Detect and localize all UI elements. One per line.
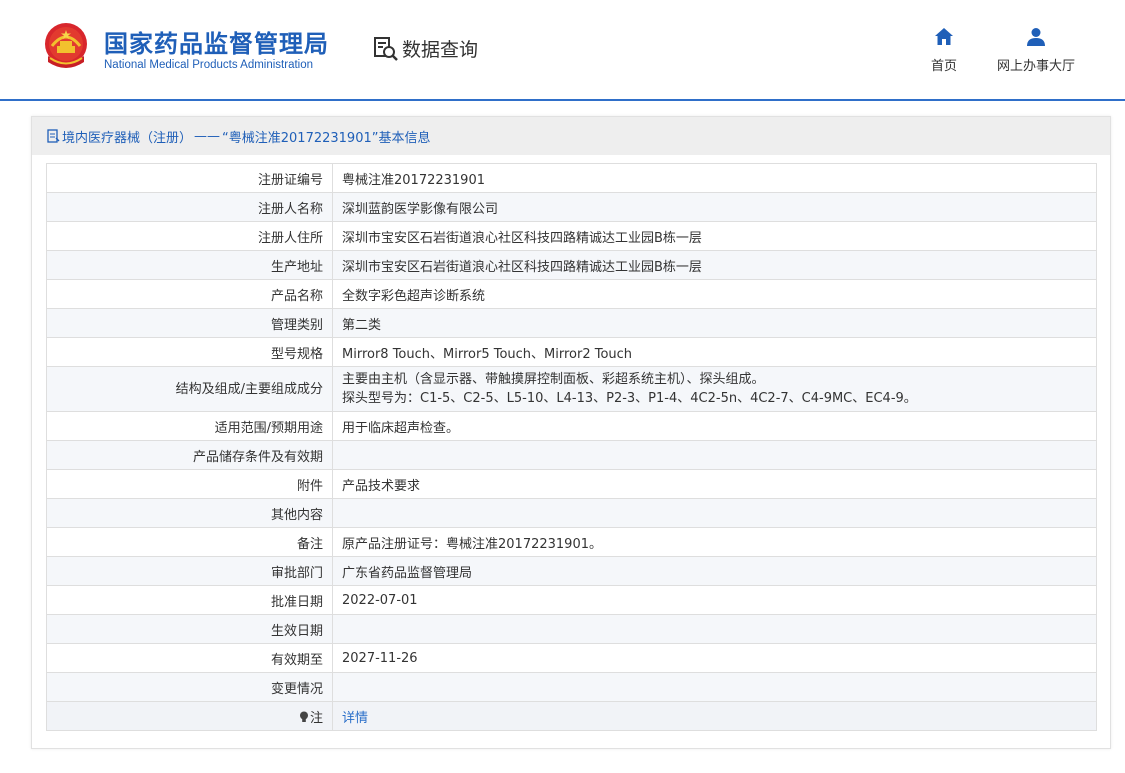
field-value: 深圳蓝韵医学影像有限公司 [332, 192, 1097, 222]
header-divider [0, 99, 1125, 101]
field-value: Mirror8 Touch、Mirror5 Touch、Mirror2 Touc… [332, 337, 1097, 367]
field-value [332, 614, 1097, 644]
field-value [332, 672, 1097, 702]
table-row: 型号规格 Mirror8 Touch、Mirror5 Touch、Mirror2… [46, 337, 1097, 367]
field-value: 全数字彩色超声诊断系统 [332, 279, 1097, 309]
field-label: 产品名称 [46, 279, 333, 309]
breadcrumb-title: “粤械注准20172231901”基本信息 [222, 130, 431, 146]
field-label: 结构及组成/主要组成成分 [46, 366, 333, 412]
table-row: 注册人住所 深圳市宝安区石岩街道浪心社区科技四路精诚达工业园B栋一层 [46, 221, 1097, 251]
table-row: 生产地址 深圳市宝安区石岩街道浪心社区科技四路精诚达工业园B栋一层 [46, 250, 1097, 280]
field-value-line: 探头型号为：C1-5、C2-5、L5-10、L4-13、P2-3、P1-4、4C… [342, 391, 917, 406]
table-row: 注册证编号 粤械注准20172231901 [46, 163, 1097, 193]
field-label: 附件 [46, 469, 333, 499]
breadcrumb: 境内医疗器械（注册） —— “粤械注准20172231901”基本信息 [32, 117, 1110, 155]
field-label: 注 [309, 710, 323, 726]
search-document-icon [374, 37, 398, 61]
field-value: 2022-07-01 [332, 585, 1097, 615]
national-emblem-logo [45, 23, 87, 68]
field-label: 适用范围/预期用途 [46, 411, 333, 441]
field-value: 深圳市宝安区石岩街道浪心社区科技四路精诚达工业园B栋一层 [332, 221, 1097, 251]
field-value: 产品技术要求 [332, 469, 1097, 499]
table-row: 其他内容 [46, 498, 1097, 528]
table-row: 适用范围/预期用途 用于临床超声检查。 [46, 411, 1097, 441]
breadcrumb-category-link[interactable]: 境内医疗器械（注册） [62, 127, 192, 146]
table-row: 管理类别 第二类 [46, 308, 1097, 338]
record-table: 注册证编号 粤械注准20172231901 注册人名称 深圳蓝韵医学影像有限公司… [46, 163, 1097, 731]
data-query-label: 数据查询 [402, 38, 479, 61]
field-value: 原产品注册证号：粤械注准20172231901。 [332, 527, 1097, 557]
home-icon [935, 28, 953, 45]
field-value: 第二类 [332, 308, 1097, 338]
field-label: 生产地址 [46, 250, 333, 280]
details-link[interactable]: 详情 [342, 711, 368, 726]
site-header: 国家药品监督管理局 National Medical Products Admi… [0, 0, 1125, 100]
field-label: 产品储存条件及有效期 [46, 440, 333, 470]
document-icon [47, 129, 60, 143]
table-row: 有效期至 2027-11-26 [46, 643, 1097, 673]
field-label: 型号规格 [46, 337, 333, 367]
org-name-cn: 国家药品监督管理局 [104, 30, 329, 58]
field-value: 广东省药品监督管理局 [332, 556, 1097, 586]
breadcrumb-separator: —— [194, 128, 221, 144]
nav-online-service-hall-label: 网上办事大厅 [996, 59, 1075, 74]
table-row: 产品名称 全数字彩色超声诊断系统 [46, 279, 1097, 309]
field-label: 注册人名称 [46, 192, 333, 222]
table-row: 批准日期 2022-07-01 [46, 585, 1097, 615]
field-label: 注册人住所 [46, 221, 333, 251]
table-row: 变更情况 [46, 672, 1097, 702]
table-row: 结构及组成/主要组成成分 主要由主机（含显示器、带触摸屏控制面板、彩超系统主机）… [46, 366, 1097, 412]
field-value: 深圳市宝安区石岩街道浪心社区科技四路精诚达工业园B栋一层 [332, 250, 1097, 280]
field-label: 审批部门 [46, 556, 333, 586]
field-value [332, 440, 1097, 470]
table-row: 注册人名称 深圳蓝韵医学影像有限公司 [46, 192, 1097, 222]
field-value: 2027-11-26 [332, 643, 1097, 673]
user-icon [1027, 28, 1045, 46]
table-row: 产品储存条件及有效期 [46, 440, 1097, 470]
note-label-cell: 注 [46, 701, 333, 731]
table-row: 生效日期 [46, 614, 1097, 644]
field-value: 粤械注准20172231901 [332, 163, 1097, 193]
nav-home[interactable]: 首页 [922, 26, 966, 74]
org-name-en: National Medical Products Administration [104, 59, 314, 71]
field-label: 管理类别 [46, 308, 333, 338]
field-label: 注册证编号 [46, 163, 333, 193]
field-label: 有效期至 [46, 643, 333, 673]
field-value: 用于临床超声检查。 [332, 411, 1097, 441]
field-value: 详情 [332, 701, 1097, 731]
data-query-title: 数据查询 [372, 34, 478, 62]
field-label: 批准日期 [46, 585, 333, 615]
field-label: 备注 [46, 527, 333, 557]
table-row: 审批部门 广东省药品监督管理局 [46, 556, 1097, 586]
field-label: 其他内容 [46, 498, 333, 528]
lightbulb-icon [299, 711, 308, 722]
field-label: 变更情况 [46, 672, 333, 702]
table-row: 备注 原产品注册证号：粤械注准20172231901。 [46, 527, 1097, 557]
field-label: 生效日期 [46, 614, 333, 644]
field-value: 主要由主机（含显示器、带触摸屏控制面板、彩超系统主机）、探头组成。 探头型号为：… [332, 366, 1097, 412]
nav-online-service-hall[interactable]: 网上办事大厅 [990, 26, 1082, 74]
table-row: 注 详情 [46, 701, 1097, 731]
table-row: 附件 产品技术要求 [46, 469, 1097, 499]
info-panel: 境内医疗器械（注册） —— “粤械注准20172231901”基本信息 注册证编… [31, 116, 1111, 749]
field-value [332, 498, 1097, 528]
nav-home-label: 首页 [930, 59, 957, 74]
field-value-line: 主要由主机（含显示器、带触摸屏控制面板、彩超系统主机）、探头组成。 [342, 372, 765, 387]
